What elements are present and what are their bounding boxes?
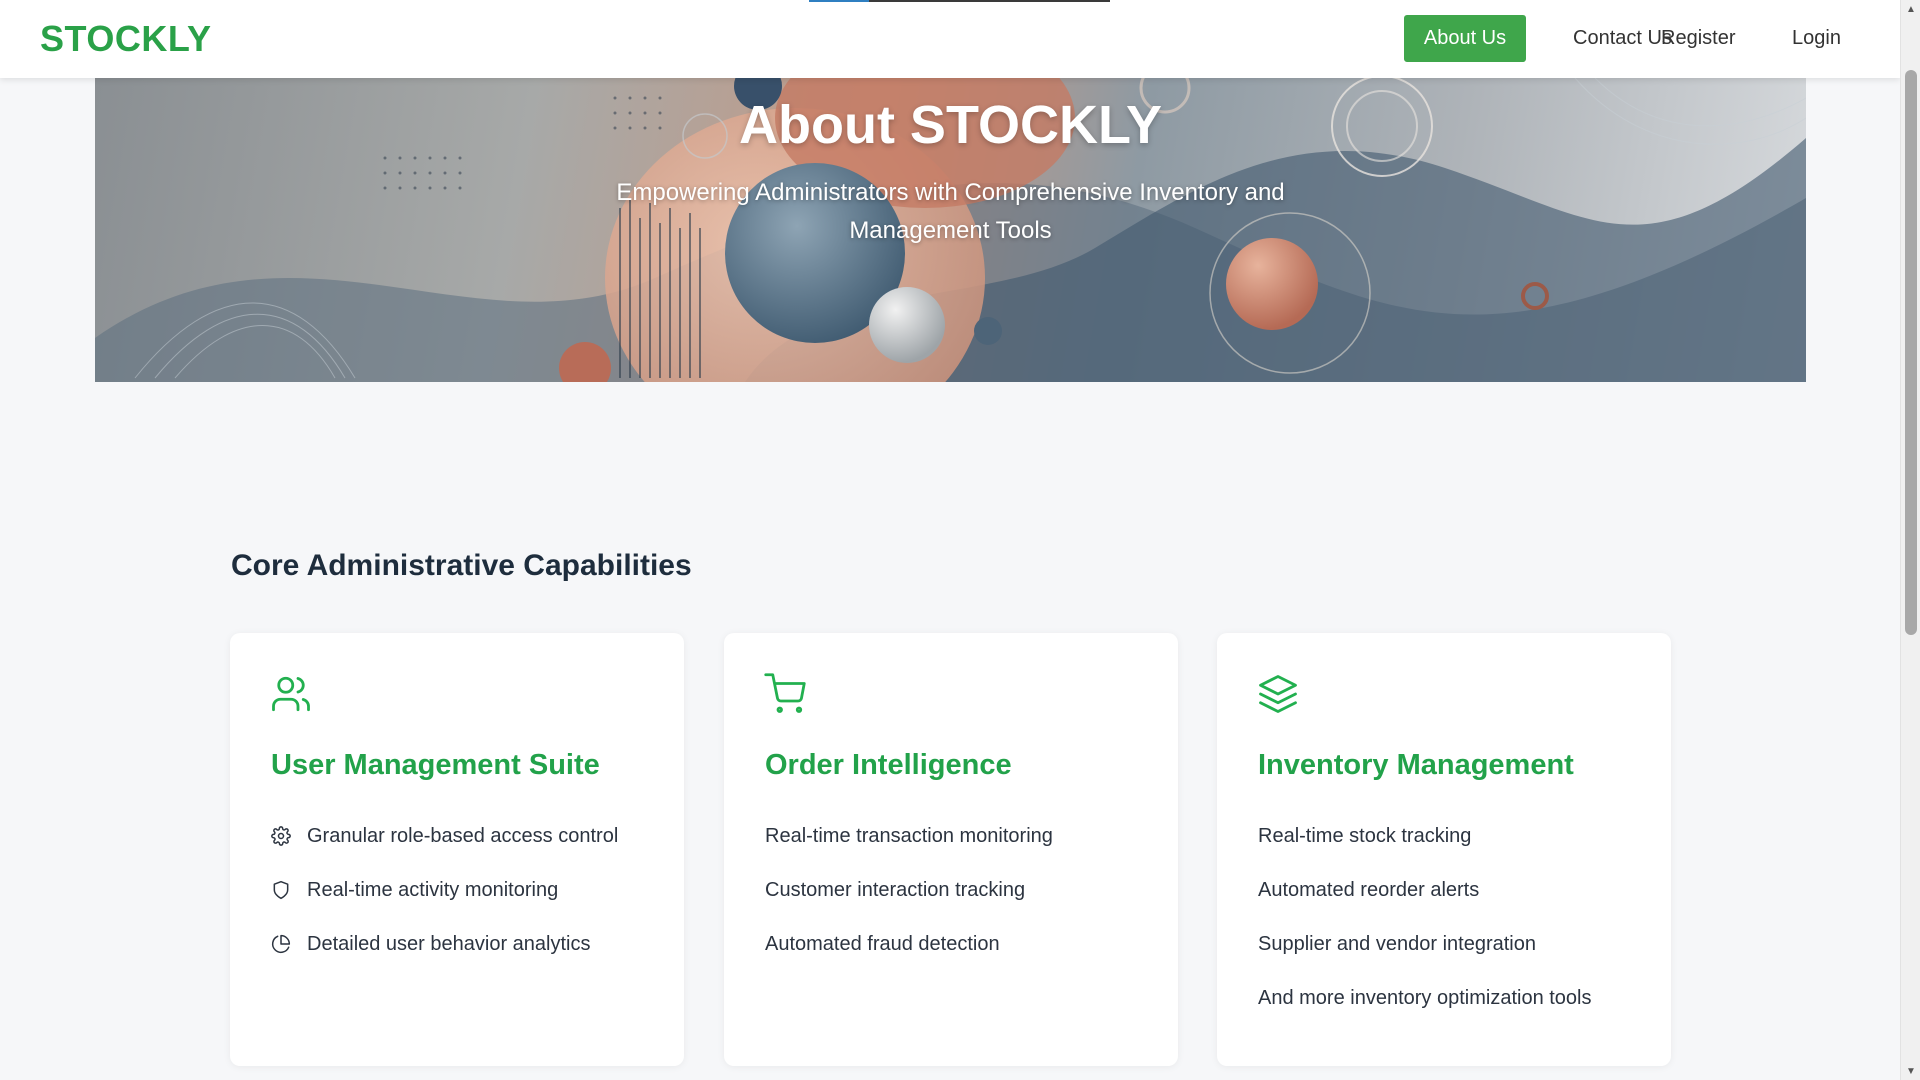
list-item: Granular role-based access control [271, 824, 618, 878]
scroll-up-arrow-icon[interactable]: ▲ [1901, 0, 1920, 18]
list-item-text: Granular role-based access control [307, 825, 619, 847]
list-item-text: Real-time activity monitoring [307, 879, 559, 901]
hero-banner: About STOCKLY Empowering Administrators … [95, 78, 1806, 382]
pie-chart-icon [271, 934, 291, 954]
list-item: Real-time activity monitoring [271, 878, 618, 932]
card-inventory-management: Inventory Management Real-time stock tra… [1217, 633, 1671, 1066]
list-item: Automated fraud detection [765, 932, 1053, 986]
feature-list: Granular role-based access control Real-… [271, 824, 618, 986]
capabilities-heading: Core Administrative Capabilities [231, 549, 692, 582]
card-title: Order Intelligence [765, 749, 1012, 781]
card-order-intelligence: Order Intelligence Real-time transaction… [724, 633, 1178, 1066]
list-item: Automated reorder alerts [1258, 878, 1592, 932]
feature-list: Real-time stock tracking Automated reord… [1258, 824, 1592, 1040]
vertical-scrollbar[interactable]: ▲ ▼ [1900, 0, 1920, 1080]
feature-list: Real-time transaction monitoring Custome… [765, 824, 1053, 986]
list-item-text: Automated reorder alerts [1258, 879, 1480, 901]
list-item: Supplier and vendor integration [1258, 932, 1592, 986]
page-load-progress-fill [809, 0, 870, 2]
list-item-text: Real-time stock tracking [1258, 825, 1472, 847]
list-item: Customer interaction tracking [765, 878, 1053, 932]
list-item-text: Real-time transaction monitoring [765, 825, 1053, 847]
hero-subtitle: Empowering Administrators with Comprehen… [616, 179, 1285, 244]
list-item: And more inventory optimization tools [1258, 986, 1592, 1040]
list-item-text: Detailed user behavior analytics [307, 933, 591, 955]
list-item-text: And more inventory optimization tools [1258, 987, 1592, 1009]
list-item: Detailed user behavior analytics [271, 932, 618, 986]
contact-us-link[interactable]: Contact Us [1573, 27, 1672, 50]
about-us-button[interactable]: About Us [1404, 15, 1526, 62]
page-load-progress [809, 0, 1110, 2]
layers-icon [1259, 675, 1297, 713]
list-item-text: Supplier and vendor integration [1258, 933, 1536, 955]
login-link[interactable]: Login [1792, 27, 1841, 50]
list-item: Real-time stock tracking [1258, 824, 1592, 878]
gear-icon [271, 826, 291, 846]
list-item-text: Automated fraud detection [765, 933, 1000, 955]
hero-title: About STOCKLY [738, 95, 1162, 155]
shield-icon [273, 880, 289, 900]
register-link[interactable]: Register [1661, 27, 1735, 50]
card-title: User Management Suite [271, 749, 600, 781]
card-title: Inventory Management [1258, 749, 1574, 781]
shopping-cart-icon [764, 673, 806, 713]
brand-logo[interactable]: STOCKLY [40, 18, 212, 60]
scroll-down-arrow-icon[interactable]: ▼ [1901, 1062, 1920, 1080]
top-navbar: STOCKLY About Us Contact Us Register Log… [0, 0, 1900, 78]
page: STOCKLY About Us Contact Us Register Log… [0, 0, 1920, 1080]
scrollbar-thumb[interactable] [1905, 70, 1917, 635]
users-icon [272, 676, 310, 712]
card-user-management: User Management Suite Granular role-base… [230, 633, 684, 1066]
list-item-text: Customer interaction tracking [765, 879, 1026, 901]
list-item: Real-time transaction monitoring [765, 824, 1053, 878]
